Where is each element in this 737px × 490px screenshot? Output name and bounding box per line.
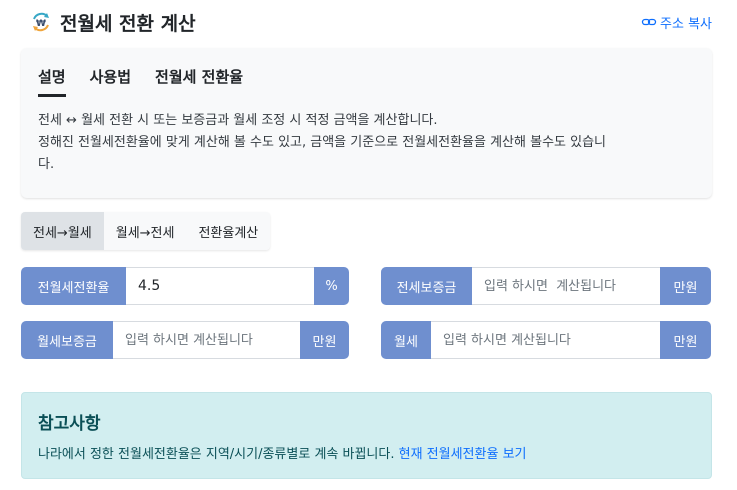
tab-description[interactable]: 설명 bbox=[38, 66, 66, 97]
mode-jeonse-to-wolse-button[interactable]: 전세→월세 bbox=[21, 212, 104, 250]
current-rate-link[interactable]: 현재 전월세전환율 보기 bbox=[399, 447, 527, 462]
page-header: ₩ 전월세 전환 계산 주소 복사 bbox=[30, 8, 712, 36]
rate-unit: % bbox=[314, 267, 349, 305]
monthly-deposit-field-group: 월세보증금 만원 bbox=[21, 321, 349, 359]
mode-button-group: 전세→월세 월세→전세 전환율계산 bbox=[21, 212, 271, 250]
info-tabs: 설명 사용법 전월세 전환율 bbox=[38, 66, 243, 97]
description-line: 전세 ↔ 월세 전환 시 또는 보증금과 월세 조정 시 적정 금액을 계산합니… bbox=[38, 113, 438, 128]
rate-input[interactable] bbox=[126, 267, 314, 305]
note-body: 나라에서 정한 전월세전환율은 지역/시기/종류별로 계속 바뀝니다. 현재 전… bbox=[38, 443, 527, 462]
monthly-rent-field-group: 월세 만원 bbox=[381, 321, 711, 359]
monthly-rent-unit: 만원 bbox=[660, 321, 711, 359]
title-group: ₩ 전월세 전환 계산 bbox=[30, 9, 196, 36]
jeonse-deposit-field-group: 전세보증금 만원 bbox=[381, 267, 711, 305]
page-title: 전월세 전환 계산 bbox=[60, 12, 196, 35]
svg-text:₩: ₩ bbox=[36, 19, 46, 29]
tab-usage[interactable]: 사용법 bbox=[90, 66, 131, 95]
reference-note: 참고사항 나라에서 정한 전월세전환율은 지역/시기/종류별로 계속 바뀝니다.… bbox=[21, 392, 712, 479]
info-card: 설명 사용법 전월세 전환율 전세 ↔ 월세 전환 시 또는 보증금과 월세 조… bbox=[21, 48, 712, 198]
monthly-deposit-unit: 만원 bbox=[300, 321, 349, 359]
tab-conversion-rate[interactable]: 전월세 전환율 bbox=[155, 66, 243, 95]
description-line: 다. bbox=[38, 157, 55, 172]
monthly-rent-label: 월세 bbox=[381, 321, 431, 359]
monthly-deposit-input[interactable] bbox=[113, 321, 300, 359]
note-title: 참고사항 bbox=[38, 414, 101, 434]
note-text: 나라에서 정한 전월세전환율은 지역/시기/종류별로 계속 바뀝니다. bbox=[38, 447, 395, 462]
jeonse-deposit-label: 전세보증금 bbox=[381, 267, 472, 305]
jeonse-deposit-unit: 만원 bbox=[660, 267, 711, 305]
monthly-deposit-label: 월세보증금 bbox=[21, 321, 113, 359]
description-text: 전세 ↔ 월세 전환 시 또는 보증금과 월세 조정 시 적정 금액을 계산합니… bbox=[38, 110, 698, 176]
monthly-rent-input[interactable] bbox=[431, 321, 660, 359]
description-line: 정해진 전월세전환율에 맞게 계산해 볼 수도 있고, 금액을 기준으로 전월세… bbox=[38, 135, 607, 150]
won-exchange-icon: ₩ bbox=[30, 11, 52, 33]
rate-label: 전월세전환율 bbox=[21, 267, 126, 305]
rate-field-group: 전월세전환율 % bbox=[21, 267, 349, 305]
mode-wolse-to-jeonse-button[interactable]: 월세→전세 bbox=[103, 212, 187, 250]
copy-address-label: 주소 복사 bbox=[660, 16, 712, 32]
copy-address-link[interactable]: 주소 복사 bbox=[641, 13, 712, 32]
jeonse-deposit-input[interactable] bbox=[472, 267, 660, 305]
link-icon bbox=[641, 18, 657, 26]
mode-rate-calc-button[interactable]: 전환율계산 bbox=[186, 212, 271, 250]
